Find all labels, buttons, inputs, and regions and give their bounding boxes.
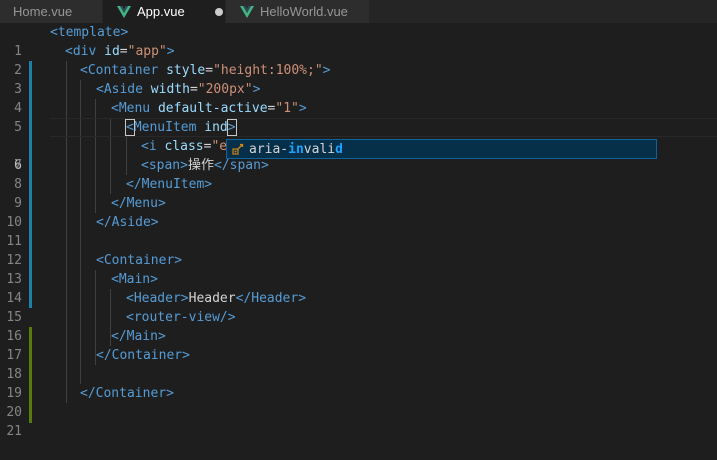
bracket-match: > [226, 119, 237, 136]
code-line: 20 </Container> [0, 384, 717, 420]
code-line: 15 <Header>Header</Header> [0, 289, 717, 325]
code-token: default-active [157, 101, 268, 116]
code-line: 13 <Container> [0, 251, 717, 287]
tab-label: App.vue [137, 4, 185, 19]
tab-home-vue[interactable]: Home.vue [0, 0, 103, 23]
code-line: 17 </Main> [0, 327, 717, 363]
wrench-property-icon [232, 143, 244, 155]
tab-label: Home.vue [13, 4, 73, 19]
code-token: "app" [127, 44, 167, 59]
code-token: > [298, 101, 307, 116]
code-token: MenuItem [133, 120, 197, 135]
code-token: </span> [213, 158, 269, 173]
vue-icon [240, 5, 254, 18]
tab-app-vue[interactable]: App.vue [103, 0, 226, 23]
code-line: 16 <router-view/> [0, 308, 717, 344]
code-line: 9 </MenuItem> [0, 175, 717, 211]
code-token: class [164, 139, 204, 154]
code-line: 21 [0, 403, 717, 439]
code-token: <Header> [126, 291, 189, 306]
suggestion-match: d [335, 141, 343, 157]
code-line: 5 <Menu default-active="1"> [0, 99, 717, 135]
code-line: 14 <Main> [0, 270, 717, 306]
code-token: </Main> [111, 329, 166, 344]
vue-icon [117, 5, 131, 18]
line-number: 21 [6, 424, 22, 439]
code-token: width [150, 82, 190, 97]
editor-tab-bar: Home.vue App.vue HelloWorld.vue [0, 0, 717, 23]
code-token: <template> [50, 25, 129, 40]
code-line: 4 <Aside width="200px"> [0, 80, 717, 116]
suggestion-item-aria-invalid[interactable]: aria-invalid [249, 142, 343, 157]
code-line: 18 </Container> [0, 346, 717, 382]
tab-helloworld-vue[interactable]: HelloWorld.vue [226, 0, 370, 23]
code-token: <Aside [96, 82, 143, 97]
code-line: 19 [0, 365, 717, 401]
code-token: <Container> [96, 253, 183, 268]
code-token: > [322, 63, 331, 78]
code-token: <i [141, 139, 157, 154]
code-token: style [166, 63, 206, 78]
code-line: 11 </Aside> [0, 213, 717, 249]
code-line: 12 [0, 232, 717, 268]
code-text: 操作 [187, 158, 214, 173]
code-line: 2 <div id="app"> [0, 42, 717, 78]
code-editor[interactable]: 1 <template> 2 <div id="app"> 3 <Contain… [0, 23, 717, 439]
suggestion-match: in [288, 141, 304, 157]
code-token: </Aside> [96, 215, 159, 230]
code-token: > [252, 82, 261, 97]
code-token: <router-view/> [126, 310, 236, 325]
autocomplete-suggest-widget[interactable]: aria-invalid [226, 139, 657, 159]
code-token: id [104, 44, 120, 59]
code-token: ind [204, 120, 228, 135]
code-line: 3 <Container style="height:100%;"> [0, 61, 717, 97]
code-token: <Menu [111, 101, 151, 116]
suggestion-text: vali [303, 141, 336, 157]
code-token: </Menu> [111, 196, 166, 211]
code-token: <div [65, 44, 97, 59]
code-line: 1 <template> [0, 23, 717, 59]
code-token: <Container [80, 63, 159, 78]
code-text: Header [188, 291, 236, 306]
code-token: </Container> [96, 348, 190, 363]
code-token: </MenuItem> [126, 177, 213, 192]
code-token: </Header> [235, 291, 307, 306]
code-token: "1" [275, 101, 299, 116]
code-line: 10 </Menu> [0, 194, 717, 230]
code-token: "height:100%;" [213, 63, 323, 78]
code-token: "200px" [197, 82, 253, 97]
bracket-match: < [125, 119, 135, 136]
suggestion-text: aria- [249, 141, 289, 157]
code-line-current: 6 <MenuItem ind> [0, 118, 717, 173]
code-token: <Main> [111, 272, 158, 287]
code-token: <span> [141, 158, 188, 173]
code-token: "e [211, 139, 228, 154]
tab-label: HelloWorld.vue [260, 4, 348, 19]
code-token: > [166, 44, 175, 59]
code-token: </Container> [80, 386, 174, 401]
unsaved-dot-icon[interactable] [214, 7, 223, 16]
